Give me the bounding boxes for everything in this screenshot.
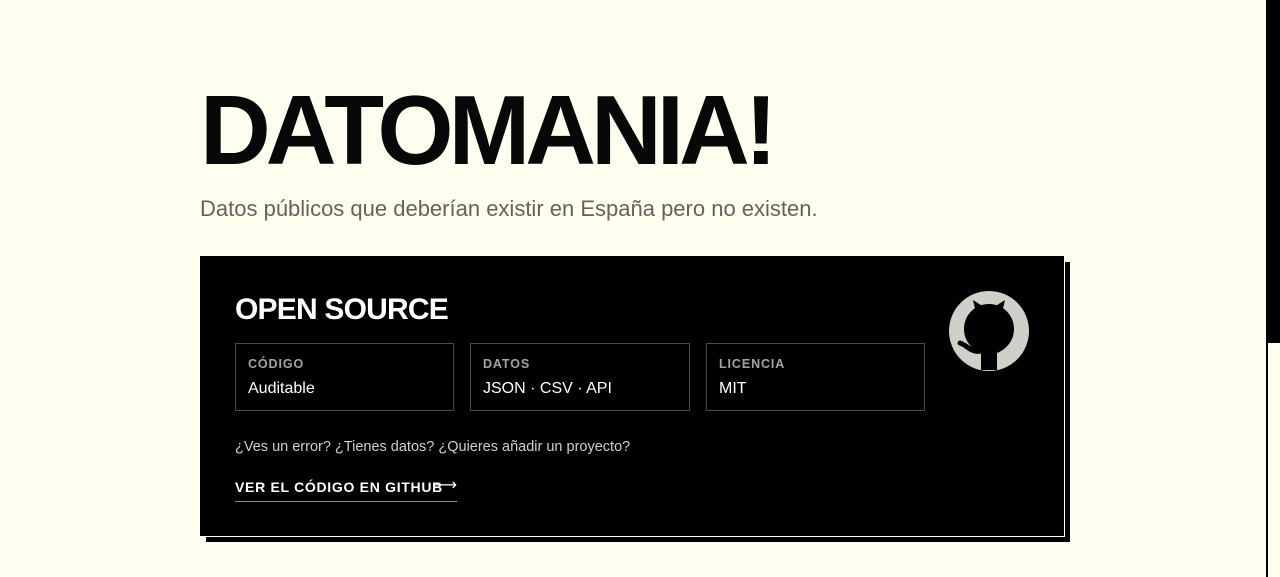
- contribute-question: ¿Ves un error? ¿Tienes datos? ¿Quieres a…: [235, 439, 631, 455]
- scrollbar[interactable]: [1265, 0, 1280, 577]
- licencia-value: MIT: [719, 380, 747, 397]
- codigo-box: CÓDIGO Auditable: [235, 343, 454, 411]
- arrow-right-icon: ⟶: [434, 477, 457, 494]
- datos-box: DATOS JSON · CSV · API: [470, 343, 690, 411]
- codigo-label: CÓDIGO: [248, 357, 305, 371]
- open-source-title: OPEN SOURCE: [235, 293, 449, 326]
- codigo-value: Auditable: [248, 380, 315, 397]
- scrollbar-track-edge: [1266, 343, 1268, 577]
- scrollbar-thumb[interactable]: [1266, 0, 1280, 343]
- licencia-label: LICENCIA: [719, 357, 786, 371]
- datos-label: DATOS: [483, 357, 531, 371]
- licencia-box: LICENCIA MIT: [706, 343, 925, 411]
- page-title: DATOMANIA!: [200, 75, 777, 185]
- open-source-card: OPEN SOURCE CÓDIGO Auditable DATOS JSON …: [200, 256, 1065, 537]
- datos-value: JSON · CSV · API: [483, 380, 612, 397]
- github-icon: [949, 291, 1029, 371]
- view-github-label: VER EL CÓDIGO EN GITHUB: [235, 479, 443, 495]
- page-subtitle: Datos públicos que deberían existir en E…: [200, 196, 818, 221]
- view-github-link[interactable]: VER EL CÓDIGO EN GITHUB ⟶: [235, 477, 457, 502]
